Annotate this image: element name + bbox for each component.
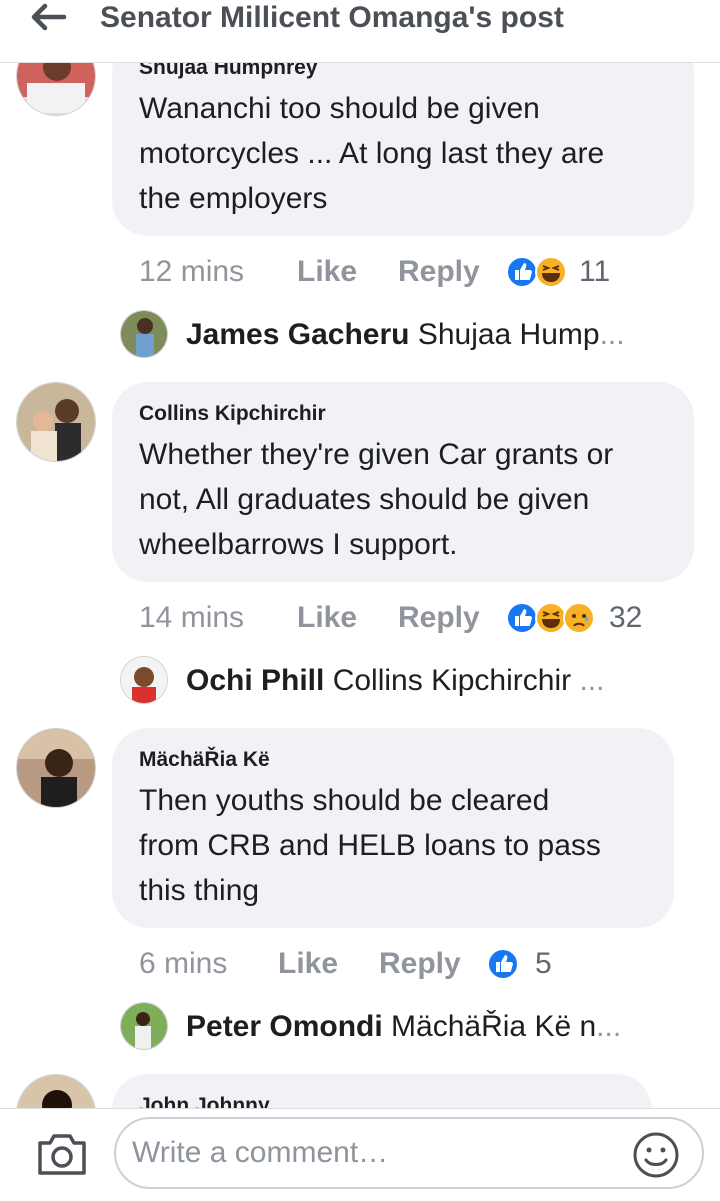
back-arrow-icon[interactable] (28, 2, 68, 32)
comment-text: Wananchi too should be given motorcycles… (139, 86, 604, 221)
page-title: Senator Millicent Omanga's post (100, 1, 564, 34)
laugh-icon[interactable] (535, 256, 567, 288)
reply-author[interactable]: James Gacheru (186, 318, 409, 351)
comment-line: this thing (139, 874, 260, 907)
avatar[interactable] (16, 382, 96, 462)
avatar[interactable] (16, 728, 96, 808)
comment-text: Whether they're given Car grants or not,… (139, 432, 613, 567)
like-button[interactable]: Like (297, 252, 357, 292)
reply-ellipsis: ... (579, 664, 605, 697)
reply-author[interactable]: Peter Omondi (186, 1010, 383, 1043)
comment-author[interactable]: MächäŘia Kë (139, 748, 270, 772)
reaction-count[interactable]: 5 (535, 944, 552, 984)
like-icon[interactable] (487, 948, 519, 980)
like-icon[interactable] (506, 602, 538, 634)
reply-ellipsis: ... (596, 1010, 622, 1043)
comment-line: from CRB and HELB loans to pass (139, 829, 601, 862)
reply-button[interactable]: Reply (398, 252, 480, 292)
sad-icon[interactable] (563, 602, 595, 634)
reply-author[interactable]: Ochi Phill (186, 664, 324, 697)
reply-preview: MächäŘia Kë n (391, 1010, 597, 1043)
like-icon[interactable] (506, 256, 538, 288)
reply-summary[interactable]: James Gacheru Shujaa Hump... (186, 315, 625, 355)
comment-time: 6 mins (139, 947, 228, 980)
comment-line: Then youths should be cleared (139, 784, 550, 817)
comment-line: motorcycles ... At long last they are (139, 137, 605, 170)
comments-feed[interactable]: Shujaa Humphrey Wananchi too should be g… (0, 0, 720, 1108)
comment-author[interactable]: Collins Kipchirchir (139, 402, 326, 426)
comment-line: not, All graduates should be given (139, 483, 590, 516)
comment-line: the employers (139, 182, 328, 215)
comment-composer (0, 1108, 720, 1201)
comment-author[interactable]: John Johnny (139, 1094, 270, 1108)
reply-button[interactable]: Reply (379, 944, 461, 984)
reply-avatar[interactable] (120, 656, 168, 704)
reply-button[interactable]: Reply (398, 598, 480, 638)
comment-time: 12 mins (139, 255, 245, 288)
reaction-count[interactable]: 32 (609, 598, 642, 638)
comment-text: Then youths should be cleared from CRB a… (139, 778, 601, 913)
comment-line: wheelbarrows I support. (139, 528, 458, 561)
camera-icon[interactable] (36, 1131, 88, 1177)
avatar[interactable] (16, 1074, 96, 1108)
comment-line: Whether they're given Car grants or (139, 438, 614, 471)
like-button[interactable]: Like (297, 598, 357, 638)
comment-input[interactable] (114, 1117, 704, 1189)
reply-preview: Collins Kipchirchir (332, 664, 572, 697)
reply-ellipsis: ... (599, 318, 625, 351)
reply-summary[interactable]: Peter Omondi MächäŘia Kë n... (186, 1007, 621, 1047)
reaction-count[interactable]: 11 (579, 252, 610, 292)
reply-avatar[interactable] (120, 310, 168, 358)
comment-line: Wananchi too should be given (139, 92, 540, 125)
like-button[interactable]: Like (278, 944, 338, 984)
reply-preview: Shujaa Hump (417, 318, 600, 351)
reply-avatar[interactable] (120, 1002, 168, 1050)
comment-time: 14 mins (139, 601, 245, 634)
emoji-icon[interactable] (632, 1131, 680, 1179)
reply-summary[interactable]: Ochi Phill Collins Kipchirchir ... (186, 661, 604, 701)
post-header: Senator Millicent Omanga's post (0, 0, 720, 63)
